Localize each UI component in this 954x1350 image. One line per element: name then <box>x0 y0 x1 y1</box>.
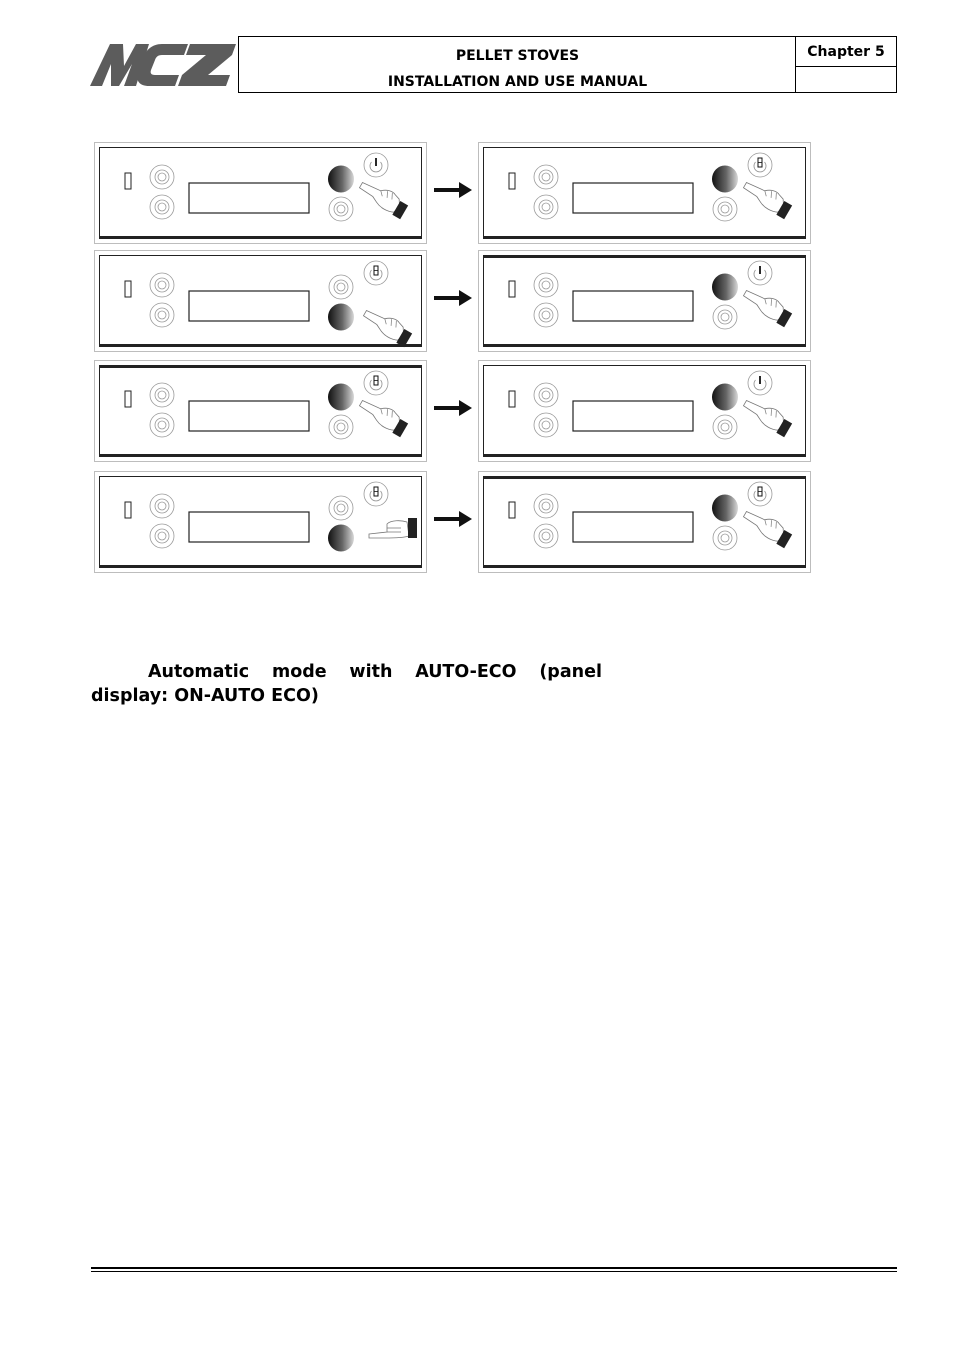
power-on-icon <box>363 152 389 178</box>
pointing-hand-icon <box>368 518 417 539</box>
pointing-hand-icon <box>358 182 409 220</box>
document-subtitle: INSTALLATION AND USE MANUAL <box>387 74 648 90</box>
left-bottom-button-icon <box>149 523 175 549</box>
pressed-button <box>712 273 738 301</box>
control-panel-diagram <box>94 471 427 573</box>
lcd-display <box>188 511 310 543</box>
power-standby-icon <box>747 152 773 178</box>
power-standby-icon <box>363 370 389 396</box>
footer-double-rule <box>91 1267 897 1272</box>
lcd-display <box>188 182 310 214</box>
left-top-button-icon <box>533 382 559 408</box>
arrow-right-icon <box>434 400 472 416</box>
section-heading: Automatic mode with AUTO-ECO (panel disp… <box>91 660 602 708</box>
control-panel-diagram <box>478 360 811 462</box>
heading-word: with <box>349 662 393 682</box>
led-indicator-icon <box>124 280 132 298</box>
pressed-button <box>328 524 354 552</box>
lcd-display <box>572 400 694 432</box>
right-bottom-button-icon <box>712 304 738 330</box>
pressed-button <box>328 303 354 331</box>
header-box: PELLET STOVES INSTALLATION AND USE MANUA… <box>238 36 897 93</box>
lcd-display <box>572 182 694 214</box>
led-indicator-icon <box>508 280 516 298</box>
pointing-hand-icon <box>362 310 413 348</box>
lcd-display <box>188 290 310 322</box>
left-top-button-icon <box>533 272 559 298</box>
pressed-button <box>328 165 354 193</box>
pressed-button <box>712 165 738 193</box>
left-bottom-button-icon <box>149 194 175 220</box>
control-panel-diagram <box>478 142 811 244</box>
left-bottom-button-icon <box>149 412 175 438</box>
pointing-hand-icon <box>742 182 793 220</box>
power-standby-icon <box>363 260 389 286</box>
arrow-right-icon <box>434 511 472 527</box>
pressed-button <box>712 494 738 522</box>
header-title-cell: PELLET STOVES INSTALLATION AND USE MANUA… <box>239 37 796 92</box>
power-on-icon <box>747 370 773 396</box>
lcd-display <box>572 290 694 322</box>
left-bottom-button-icon <box>533 412 559 438</box>
right-bottom-button-icon <box>328 414 354 440</box>
power-on-icon <box>747 260 773 286</box>
right-bottom-button-icon <box>712 414 738 440</box>
pressed-button <box>712 383 738 411</box>
pressed-button <box>328 383 354 411</box>
right-bottom-button-icon <box>712 525 738 551</box>
control-panel-diagram <box>94 142 427 244</box>
right-bottom-button-icon <box>328 196 354 222</box>
control-panel-diagram <box>478 250 811 352</box>
section-heading-line1: Automatic mode with AUTO-ECO (panel <box>91 660 602 684</box>
document-title: PELLET STOVES <box>455 48 580 64</box>
led-indicator-icon <box>124 172 132 190</box>
right-top-button-icon <box>328 274 354 300</box>
pointing-hand-icon <box>742 511 793 549</box>
right-bottom-button-icon <box>712 196 738 222</box>
left-top-button-icon <box>533 493 559 519</box>
left-bottom-button-icon <box>533 523 559 549</box>
section-heading-line2: display: ON-AUTO ECO) <box>91 686 319 706</box>
heading-word: mode <box>271 662 327 682</box>
right-top-button-icon <box>328 495 354 521</box>
left-top-button-icon <box>533 164 559 190</box>
led-indicator-icon <box>508 501 516 519</box>
left-top-button-icon <box>149 382 175 408</box>
pointing-hand-icon <box>742 400 793 438</box>
control-panel-diagram <box>478 471 811 573</box>
pointing-hand-icon <box>358 400 409 438</box>
lcd-display <box>572 511 694 543</box>
power-standby-icon <box>747 481 773 507</box>
control-panel-diagram <box>94 250 427 352</box>
left-bottom-button-icon <box>149 302 175 328</box>
left-bottom-button-icon <box>533 302 559 328</box>
led-indicator-icon <box>124 390 132 408</box>
chapter-label-cell: Chapter 5 <box>796 37 896 67</box>
heading-word: (panel <box>539 662 602 682</box>
lcd-display <box>188 400 310 432</box>
heading-word: Automatic <box>148 662 250 682</box>
left-bottom-button-icon <box>533 194 559 220</box>
arrow-right-icon <box>434 290 472 306</box>
left-top-button-icon <box>149 164 175 190</box>
led-indicator-icon <box>124 501 132 519</box>
control-panel-diagram <box>94 360 427 462</box>
chapter-label: Chapter 5 <box>807 44 885 60</box>
mcz-logo <box>90 44 236 86</box>
heading-word: AUTO-ECO <box>415 662 517 682</box>
led-indicator-icon <box>508 390 516 408</box>
arrow-right-icon <box>434 182 472 198</box>
led-indicator-icon <box>508 172 516 190</box>
left-top-button-icon <box>149 272 175 298</box>
pointing-hand-icon <box>742 290 793 328</box>
power-standby-icon <box>363 481 389 507</box>
left-top-button-icon <box>149 493 175 519</box>
